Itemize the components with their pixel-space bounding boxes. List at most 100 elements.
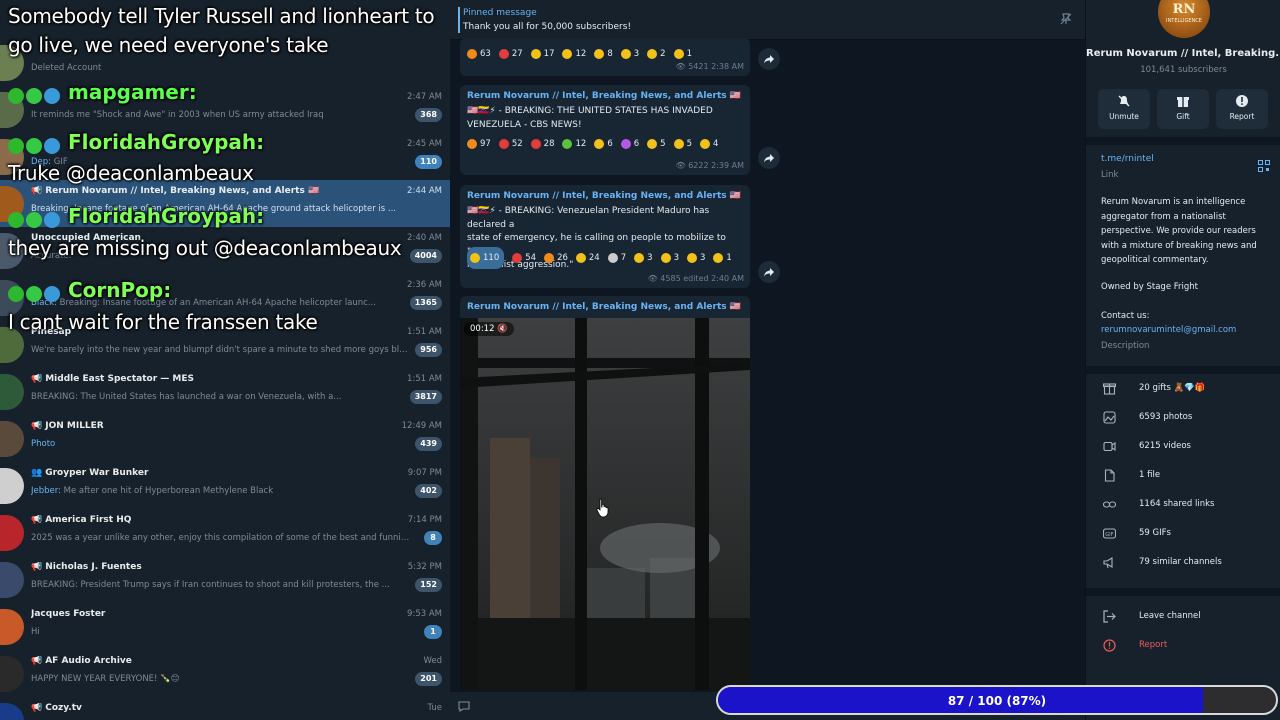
reaction-count: 3 — [673, 253, 679, 263]
overlay-username: CornPop: — [68, 278, 172, 302]
forward-icon — [764, 268, 774, 277]
media-stat-row[interactable]: GIF 59 GIFs — [1086, 522, 1280, 546]
chat-preview: We're barely into the new year and blump… — [31, 345, 411, 355]
reaction-chip[interactable]: 24 — [575, 248, 600, 268]
view-count: 6222 — [688, 161, 709, 170]
contact-email[interactable]: rerumnovarumintel@gmail.com — [1101, 325, 1236, 335]
reaction-chip[interactable]: 110 — [467, 247, 505, 269]
badge-icon — [44, 211, 60, 228]
media-stat-label: 20 gifts 🧸💎🎁 — [1139, 383, 1206, 393]
logo-text: RN — [1172, 2, 1196, 17]
reaction-chip[interactable]: 17 — [530, 44, 554, 64]
video-message[interactable]: Rerum Novarum // Intel, Breaking News, a… — [460, 296, 750, 690]
reaction-chip[interactable]: 4 — [700, 134, 718, 154]
reaction-chip[interactable]: 28 — [530, 134, 555, 154]
channel-message[interactable]: Rerum Novarum // Intel, Breaking News, a… — [460, 185, 750, 288]
reaction-chip[interactable]: 12 — [562, 44, 586, 64]
message-channel-name[interactable]: Rerum Novarum // Intel, Breaking News, a… — [467, 302, 741, 312]
pinned-message-bar[interactable]: Pinned message Thank you all for 50,000 … — [450, 0, 1085, 40]
channel-message[interactable]: 63 27 17 12 8 3 2 1 👁 5421 2:38 AM — [460, 38, 750, 76]
chat-list-item[interactable]: 📢 JON MILLER Photo 12:49 AM 439 — [0, 415, 450, 462]
channel-link[interactable]: t.me/rnintel — [1101, 154, 1154, 164]
reaction-chip[interactable]: 8 — [594, 44, 613, 64]
channel-info-panel: RN INTELLIGENCE Rerum Novarum // Intel, … — [1085, 0, 1280, 720]
reaction-chip[interactable]: 6 — [594, 134, 613, 154]
media-stat-row[interactable]: 79 similar channels — [1086, 551, 1280, 575]
unmute-button[interactable]: Unmute — [1098, 89, 1150, 129]
forward-button[interactable] — [758, 48, 780, 70]
chat-time: 9:07 PM — [407, 468, 442, 478]
reaction-chip[interactable]: 3 — [660, 248, 679, 268]
reaction-chip[interactable]: 97 — [467, 134, 491, 154]
overlay-username-line: FloridahGroypah: — [8, 204, 264, 228]
forward-icon — [764, 55, 774, 64]
chat-name: 📢 Middle East Spectator — MES — [31, 374, 361, 384]
reaction-chip[interactable]: 7 — [607, 248, 627, 268]
reaction-chip[interactable]: 52 — [498, 134, 523, 154]
alert-icon — [1236, 95, 1248, 107]
gift-button[interactable]: Gift — [1157, 89, 1209, 129]
chat-list-item[interactable]: 📢 America First HQ 2025 was a year unlike … — [0, 509, 450, 556]
unpin-icon[interactable] — [1059, 12, 1073, 26]
reaction-chip[interactable]: 63 — [467, 44, 491, 64]
contact-label: Contact us: — [1101, 311, 1150, 321]
media-stat-label: 1164 shared links — [1139, 499, 1215, 509]
chat-type-icon: 📢 — [31, 374, 43, 384]
reaction-chip[interactable]: 54 — [512, 248, 536, 268]
svg-text:GIF: GIF — [1105, 532, 1113, 538]
chat-list-item[interactable]: 📢 Middle East Spectator — MES BREAKING: Th… — [0, 368, 450, 415]
reaction-chip[interactable]: 3 — [620, 44, 639, 64]
reaction-emoji-icon — [470, 252, 480, 263]
badge-icon — [8, 285, 24, 302]
reaction-count: 12 — [575, 139, 587, 149]
comment-icon[interactable] — [458, 701, 470, 712]
report-channel-button[interactable]: Report — [1086, 634, 1280, 658]
reaction-emoji-icon — [594, 48, 605, 59]
eye-icon: 👁 — [675, 161, 689, 170]
chat-list-item[interactable]: 📢 Nicholas J. Fuentes BREAKING: President … — [0, 556, 450, 603]
reaction-count: 27 — [511, 49, 523, 59]
reaction-chip[interactable]: 1 — [673, 44, 692, 64]
reaction-chip[interactable]: 3 — [686, 248, 705, 268]
chat-list: Deleted Account It reminds me "Shock and … — [0, 0, 450, 720]
reaction-count: 54 — [525, 253, 537, 263]
reaction-chip[interactable]: 26 — [544, 248, 568, 268]
chat-list-item[interactable]: Jacques Foster Hi 9:53 AM 1 — [0, 603, 450, 650]
reaction-chip[interactable]: 5 — [673, 134, 692, 154]
reaction-chip[interactable]: 12 — [562, 134, 586, 154]
chat-list-item[interactable]: 📢 AF Audio Archive HAPPY NEW YEAR EVERYONE… — [0, 650, 450, 697]
overlay-username: FloridahGroypah: — [68, 204, 265, 228]
channel-description: Rerum Novarum is an intelligence aggrega… — [1101, 197, 1257, 265]
leave-channel-button[interactable]: Leave channel — [1086, 605, 1280, 629]
message-text-line: 🇺🇸🇻🇪⚡ - BREAKING: Venezuelan President M… — [467, 206, 710, 230]
qr-code-icon[interactable] — [1258, 160, 1270, 172]
reaction-chip[interactable]: 6 — [620, 134, 639, 154]
chat-preview: Hi — [31, 627, 411, 637]
media-stat-row[interactable]: 20 gifts 🧸💎🎁 — [1086, 377, 1280, 401]
video-icon — [1103, 441, 1116, 452]
reaction-emoji-icon — [620, 138, 631, 149]
reaction-chip[interactable]: 1 — [713, 248, 732, 268]
reaction-chip[interactable]: 5 — [647, 134, 666, 154]
media-stat-row[interactable]: 6593 photos — [1086, 406, 1280, 430]
media-stat-row[interactable]: 6215 videos — [1086, 435, 1280, 459]
chat-list-item[interactable]: 📢 Cozy.tv Tue — [0, 697, 450, 720]
reaction-chip[interactable]: 2 — [647, 44, 666, 64]
media-stat-row[interactable]: 1164 shared links — [1086, 493, 1280, 517]
reaction-chip[interactable]: 3 — [634, 248, 653, 268]
reaction-count: 7 — [620, 253, 627, 263]
channel-message[interactable]: Rerum Novarum // Intel, Breaking News, a… — [460, 85, 750, 175]
reaction-chip[interactable]: 27 — [498, 44, 523, 64]
overlay-message-text: Truke @deaconlambeaux — [8, 161, 254, 185]
forward-icon — [764, 154, 774, 163]
message-channel-name[interactable]: Rerum Novarum // Intel, Breaking News, a… — [467, 191, 741, 201]
reaction-count: 28 — [543, 139, 555, 149]
media-stat-row[interactable]: 1 file — [1086, 464, 1280, 488]
forward-button[interactable] — [758, 261, 780, 283]
forward-button[interactable] — [758, 147, 780, 169]
chat-type-icon: 📢 — [31, 186, 43, 196]
report-button[interactable]: Report — [1216, 89, 1268, 129]
preview-text: It reminds me "Shock and Awe" in 2003 wh… — [31, 110, 324, 120]
chat-list-item[interactable]: 👥 Groyper War Bunker Jebber: Me after one … — [0, 462, 450, 509]
message-channel-name[interactable]: Rerum Novarum // Intel, Breaking News, a… — [467, 91, 741, 101]
